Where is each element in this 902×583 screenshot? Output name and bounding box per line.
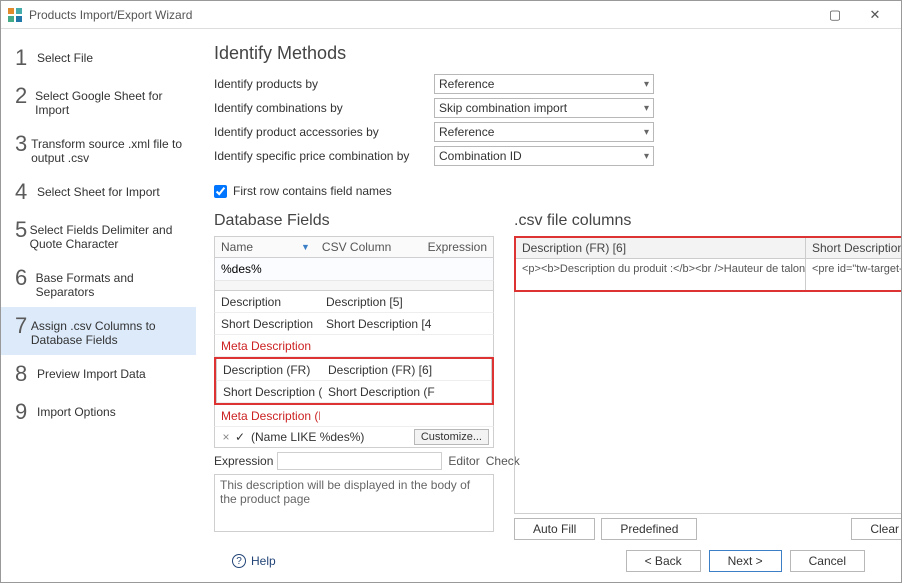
clear-filter-button[interactable]: × [219, 430, 233, 444]
identify-label: Identify combinations by [214, 101, 434, 115]
wizard-step-4[interactable]: 4Select Sheet for Import [1, 173, 196, 211]
expression-label: Expression [214, 454, 273, 468]
close-button[interactable]: ✕ [855, 7, 895, 23]
wizard-step-3[interactable]: 3Transform source .xml file to output .c… [1, 125, 196, 173]
db-row[interactable]: Meta Description [214, 335, 494, 357]
sort-icon: ▼ [301, 242, 310, 252]
identify-heading: Identify Methods [214, 43, 883, 64]
next-button[interactable]: Next > [709, 550, 782, 572]
first-row-checkbox[interactable] [214, 185, 227, 198]
maximize-button[interactable]: ▢ [815, 7, 855, 23]
identify-label: Identify products by [214, 77, 434, 91]
chevron-down-icon: ▾ [644, 127, 649, 138]
db-row[interactable]: Short DescriptionShort Description [4 [214, 313, 494, 335]
csv-preview-table: Description (FR) [6]<p><b>Description du… [514, 236, 901, 292]
first-row-label: First row contains field names [233, 184, 392, 198]
csv-column[interactable]: Description (FR) [6]<p><b>Description du… [516, 238, 806, 290]
predefined-button[interactable]: Predefined [601, 518, 697, 540]
filter-expression: (Name LIKE %des%) [247, 430, 414, 444]
db-row[interactable]: Description (FR)Description (FR) [6] [216, 359, 492, 381]
customize-button[interactable]: Customize... [414, 429, 489, 445]
clear-button[interactable]: Clear [851, 518, 901, 540]
app-icon [7, 7, 23, 23]
col-csv[interactable]: CSV Column [316, 240, 422, 254]
wizard-step-7[interactable]: 7Assign .csv Columns to Database Fields [1, 307, 196, 355]
autofill-button[interactable]: Auto Fill [514, 518, 595, 540]
db-row[interactable]: Meta Description (FR) [214, 405, 494, 427]
chevron-down-icon: ▾ [644, 103, 649, 114]
wizard-step-9[interactable]: 9Import Options [1, 393, 196, 431]
csv-columns-heading: .csv file columns [514, 212, 901, 230]
wizard-step-8[interactable]: 8Preview Import Data [1, 355, 196, 393]
identify-label: Identify specific price combination by [214, 149, 434, 163]
chevron-down-icon: ▾ [644, 151, 649, 162]
db-row[interactable]: DescriptionDescription [5] [214, 291, 494, 313]
db-fields-heading: Database Fields [214, 212, 494, 230]
identify-select-1[interactable]: Skip combination import▾ [434, 98, 654, 118]
filter-check-icon: ✓ [233, 430, 247, 444]
back-button[interactable]: < Back [626, 550, 701, 572]
col-name[interactable]: Name▼ [215, 240, 316, 254]
help-link[interactable]: ?Help [232, 554, 276, 568]
help-icon: ? [232, 554, 246, 568]
wizard-steps-sidebar: 1Select File2Select Google Sheet for Imp… [1, 29, 196, 582]
wizard-step-5[interactable]: 5Select Fields Delimiter and Quote Chara… [1, 211, 196, 259]
col-expr[interactable]: Expression [422, 240, 493, 254]
chevron-down-icon: ▾ [644, 79, 649, 90]
expression-input[interactable] [277, 452, 442, 470]
db-row[interactable]: Short Description (FR)Short Description … [216, 381, 492, 403]
csv-column[interactable]: Short Description (FR)<pre id="tw-target… [806, 238, 901, 290]
identify-label: Identify product accessories by [214, 125, 434, 139]
identify-select-2[interactable]: Reference▾ [434, 122, 654, 142]
name-filter-input[interactable] [215, 258, 493, 280]
cancel-button[interactable]: Cancel [790, 550, 865, 572]
wizard-step-1[interactable]: 1Select File [1, 39, 196, 77]
editor-link[interactable]: Editor [448, 454, 479, 468]
field-description: This description will be displayed in th… [214, 474, 494, 532]
wizard-step-2[interactable]: 2Select Google Sheet for Import [1, 77, 196, 125]
wizard-step-6[interactable]: 6Base Formats and Separators [1, 259, 196, 307]
csv-empty-area [514, 292, 901, 514]
identify-select-0[interactable]: Reference▾ [434, 74, 654, 94]
identify-select-3[interactable]: Combination ID▾ [434, 146, 654, 166]
window-title: Products Import/Export Wizard [29, 8, 815, 22]
